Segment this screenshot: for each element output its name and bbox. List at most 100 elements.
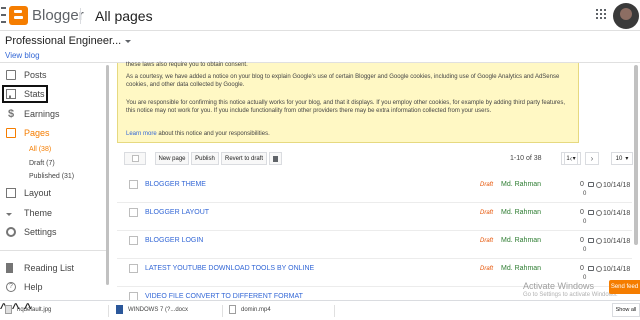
comment-count: 0	[580, 181, 584, 188]
sidebar-item-layout[interactable]: Layout	[0, 184, 108, 202]
select-all-checkbox[interactable]	[124, 152, 146, 165]
pages-filter-draft[interactable]: Draft (7)	[29, 160, 55, 167]
layout-icon	[6, 188, 16, 198]
page-title-link[interactable]: VIDEO FILE CONVERT TO DIFFERENT FORMAT	[145, 293, 303, 300]
download-separator	[222, 305, 223, 317]
table-row[interactable]: BLOGGER LAYOUT Draft Md. Rahman 0 0 10/1…	[117, 203, 632, 231]
sidebar-item-theme[interactable]: Theme	[0, 204, 108, 222]
sidebar-item-label: Help	[24, 282, 43, 292]
pages-filter-published[interactable]: Published (31)	[29, 173, 74, 180]
table-row[interactable]: BLOGGER THEME Draft Md. Rahman 0 0 10/14…	[117, 175, 632, 203]
sidebar-scrollbar[interactable]	[106, 65, 109, 285]
sidebar-item-posts[interactable]: Posts	[0, 66, 108, 84]
apps-grid-icon[interactable]	[596, 9, 606, 19]
comment-count: 0	[580, 209, 584, 216]
activate-windows-subtext: Go to Settings to activate Windows.	[523, 292, 618, 298]
view-count: 0	[583, 191, 587, 197]
view-count: 0	[583, 219, 587, 225]
next-page-button[interactable]: ›	[585, 152, 599, 165]
sidebar-item-label: Pages	[24, 128, 50, 138]
blog-selector[interactable]: Professional Engineer...	[5, 35, 132, 47]
download-item[interactable]: WINDOWS 7 (?...docx	[116, 305, 188, 314]
status-badge: Draft	[480, 238, 494, 244]
stats-highlight-box	[2, 85, 48, 103]
sidebar-item-label: Posts	[24, 70, 47, 80]
blogger-logo-icon[interactable]	[9, 6, 28, 25]
settings-icon	[6, 227, 16, 237]
notice-learn-more-line: Learn more about this notice and your re…	[126, 130, 571, 138]
menu-icon[interactable]	[1, 7, 7, 23]
show-all-downloads-button[interactable]: Show all	[612, 303, 640, 317]
posts-icon	[6, 70, 16, 80]
row-checkbox[interactable]	[129, 180, 138, 189]
avatar[interactable]	[613, 3, 639, 29]
prev-page-button[interactable]: ‹	[564, 152, 578, 165]
page-date: 10/14/18	[603, 238, 631, 245]
video-file-icon	[229, 305, 236, 314]
main-scrollbar[interactable]	[634, 65, 638, 245]
download-separator	[108, 305, 109, 317]
sidebar-item-help[interactable]: ? Help	[0, 278, 108, 296]
comment-count: 0	[580, 237, 584, 244]
notice-line-1: these laws also require you to obtain co…	[126, 62, 248, 68]
download-item[interactable]: hqdefault.jpg	[5, 305, 51, 314]
author-name: Md. Rahman	[501, 181, 542, 188]
pages-filter-all[interactable]: All (38)	[29, 146, 51, 153]
download-bar: hqdefault.jpg ^ WINDOWS 7 (?...docx ^ do…	[0, 300, 640, 320]
pages-icon	[6, 128, 16, 138]
theme-icon	[6, 213, 12, 216]
row-checkbox[interactable]	[129, 292, 138, 300]
download-separator	[334, 305, 335, 317]
comment-icon	[588, 266, 594, 271]
brand-name: Blogger	[32, 7, 84, 24]
trash-icon	[273, 155, 278, 162]
sidebar-item-earnings[interactable]: $ Earnings	[0, 105, 108, 123]
sidebar-item-pages[interactable]: Pages	[0, 124, 108, 142]
learn-more-rest: about this notice and your responsibilit…	[156, 131, 270, 137]
sidebar-item-label: Layout	[24, 188, 52, 198]
notice-paragraph-2: As a courtesy, we have added a notice on…	[126, 74, 560, 88]
clock-icon	[596, 238, 602, 244]
learn-more-link[interactable]: Learn more	[126, 131, 157, 137]
status-badge: Draft	[480, 266, 494, 272]
sidebar-item-label: Earnings	[24, 109, 60, 119]
row-checkbox[interactable]	[129, 208, 138, 217]
chevron-right-icon: ›	[590, 154, 594, 163]
new-page-button[interactable]: New page	[155, 152, 189, 165]
download-item[interactable]: domin.mp4	[229, 305, 271, 314]
sidebar-item-label: Reading List	[24, 263, 75, 273]
table-row[interactable]: BLOGGER LOGIN Draft Md. Rahman 0 0 10/14…	[117, 231, 632, 259]
top-bar: Blogger All pages	[0, 0, 640, 31]
sidebar-item-reading-list[interactable]: Reading List	[0, 259, 108, 277]
page-title-link[interactable]: LATEST YOUTUBE DOWNLOAD TOOLS BY ONLINE	[145, 265, 314, 272]
per-page-select[interactable]: 10 ▾	[611, 152, 633, 165]
page-title-link[interactable]: BLOGGER LAYOUT	[145, 209, 209, 216]
word-file-icon	[116, 305, 123, 314]
send-feedback-button[interactable]: Send feed	[609, 280, 640, 294]
page-title: All pages	[95, 8, 153, 24]
page-date: 10/14/18	[603, 182, 631, 189]
comment-count: 0	[580, 265, 584, 272]
row-checkbox[interactable]	[129, 264, 138, 273]
author-name: Md. Rahman	[501, 265, 542, 272]
download-filename: WINDOWS 7 (?...docx	[128, 306, 189, 313]
sidebar-item-label: Settings	[24, 227, 57, 237]
publish-button[interactable]: Publish	[191, 152, 219, 165]
cookie-notice: these laws also require you to obtain co…	[117, 62, 579, 143]
comment-icon	[588, 210, 594, 215]
revert-to-draft-button[interactable]: Revert to draft	[221, 152, 267, 165]
page-title-link[interactable]: BLOGGER LOGIN	[145, 237, 203, 244]
view-blog-link[interactable]: View blog	[5, 51, 40, 60]
activate-windows-watermark: Activate Windows	[523, 281, 595, 291]
clock-icon	[596, 210, 602, 216]
download-filename: hqdefault.jpg	[17, 306, 52, 313]
author-name: Md. Rahman	[501, 237, 542, 244]
image-file-icon	[5, 305, 12, 314]
row-checkbox[interactable]	[129, 236, 138, 245]
delete-button[interactable]	[269, 152, 282, 165]
page-title-link[interactable]: BLOGGER THEME	[145, 181, 206, 188]
notice-paragraph-3: You are responsible for confirming this …	[126, 100, 566, 114]
sidebar-item-settings[interactable]: Settings	[0, 223, 108, 241]
view-count: 0	[583, 247, 587, 253]
comment-icon	[588, 238, 594, 243]
